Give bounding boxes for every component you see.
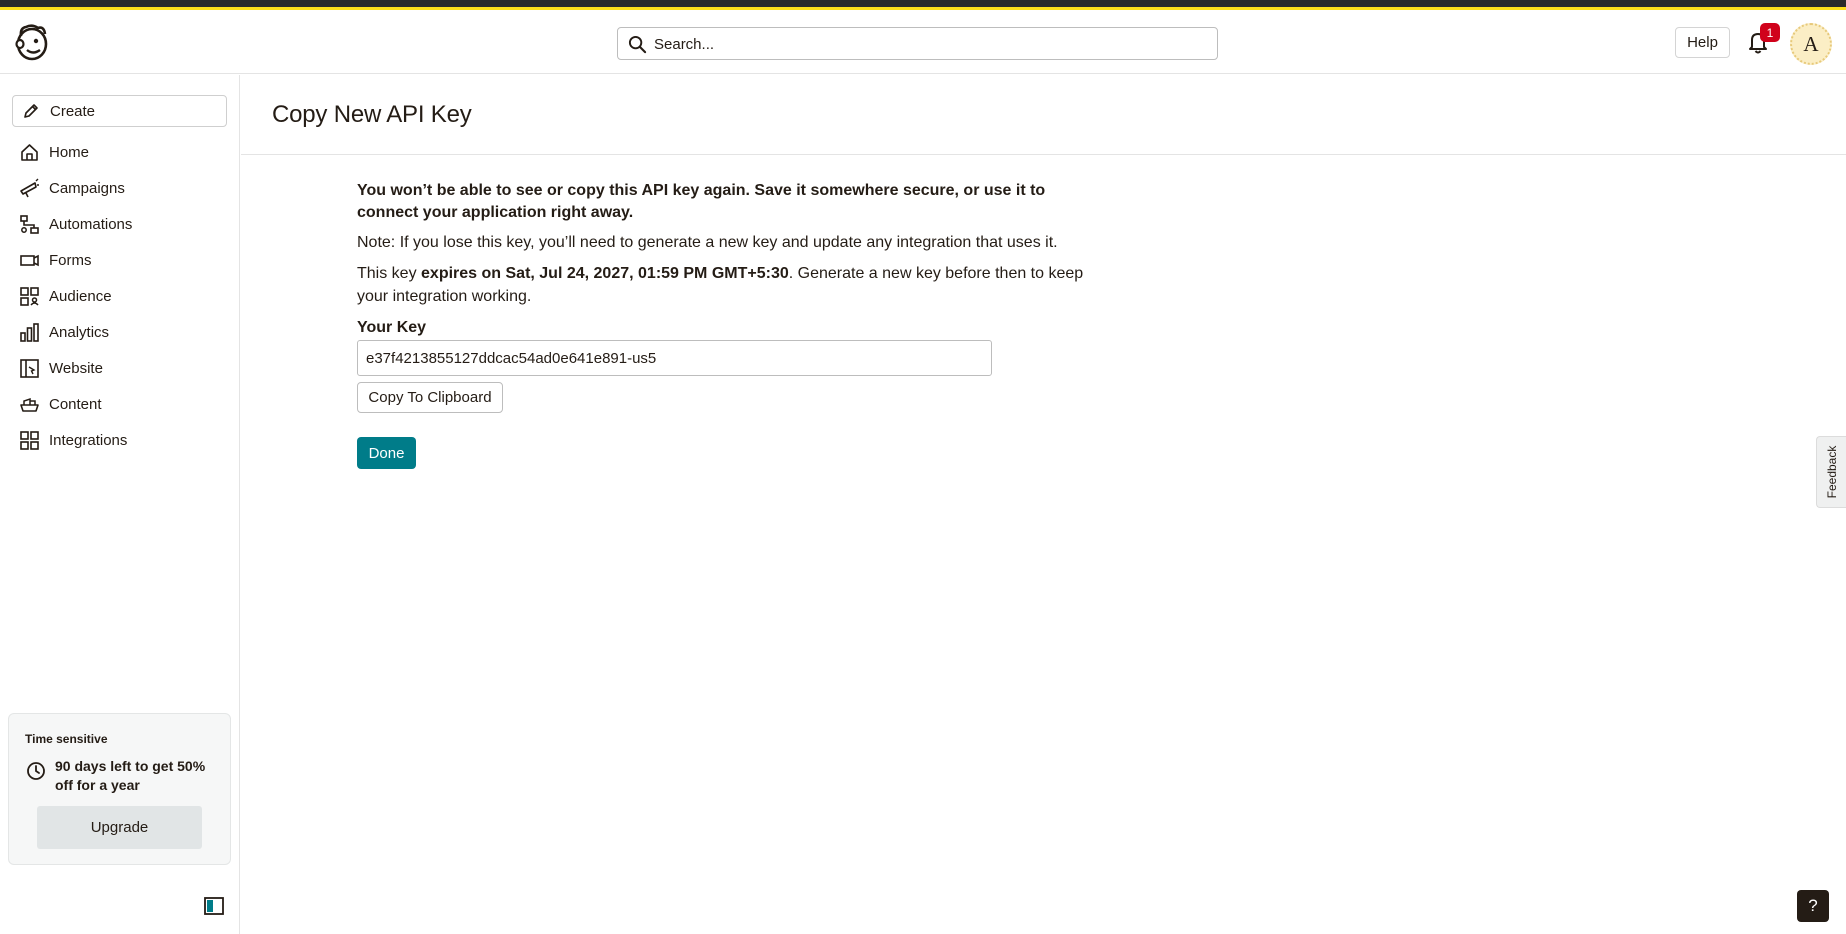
- top-header: Help 1 A: [0, 12, 1846, 74]
- sidebar-collapse-icon[interactable]: [204, 897, 224, 915]
- feedback-label: Feedback: [1824, 445, 1839, 499]
- clock-icon: [27, 762, 45, 780]
- sidebar-item-label: Home: [49, 143, 90, 161]
- mailchimp-logo-icon[interactable]: [12, 22, 52, 62]
- sidebar-item-content[interactable]: Content: [0, 386, 239, 422]
- page-title: Copy New API Key: [272, 101, 472, 128]
- key-label: Your Key: [357, 319, 427, 336]
- sidebar-item-automations[interactable]: Automations: [0, 206, 239, 242]
- search-input[interactable]: [654, 32, 1204, 56]
- analytics-icon: [20, 322, 39, 342]
- upgrade-promo-card: Time sensitive 90 days left to get 50% o…: [8, 713, 231, 865]
- top-brand-stripe: [0, 0, 1846, 12]
- forms-icon: [20, 254, 39, 266]
- note-text: Note: If you lose this key, you’ll need …: [357, 234, 1058, 251]
- website-icon: [20, 358, 39, 378]
- done-button[interactable]: Done: [357, 437, 416, 469]
- sidebar-nav: Home Campaigns Automations Forms Audienc…: [0, 134, 239, 458]
- megaphone-icon: [20, 178, 39, 197]
- sidebar: Create Home Campaigns Automations Forms …: [0, 75, 240, 934]
- sidebar-item-label: Integrations: [49, 431, 128, 449]
- sidebar-item-label: Website: [49, 359, 103, 377]
- sidebar-item-label: Content: [49, 395, 102, 413]
- sidebar-item-label: Analytics: [49, 323, 110, 341]
- content-icon: [20, 397, 39, 412]
- sidebar-item-label: Audience: [49, 287, 112, 305]
- sidebar-item-label: Campaigns: [49, 179, 125, 197]
- expiry-prefix: This key: [357, 265, 422, 282]
- integrations-icon: [20, 430, 39, 450]
- warning-text: You won’t be able to see or copy this AP…: [357, 182, 1046, 221]
- expiry-date: expires on Sat, Jul 24, 2027, 01:59 PM G…: [421, 265, 789, 282]
- audience-icon: [20, 286, 39, 306]
- create-label: Create: [50, 102, 96, 120]
- home-icon: [21, 143, 38, 161]
- notification-badge: 1: [1760, 23, 1780, 42]
- expiry-text: This key expires on Sat, Jul 24, 2027, 0…: [357, 262, 1107, 308]
- promo-tag: Time sensitive: [25, 732, 108, 746]
- upgrade-button[interactable]: Upgrade: [37, 806, 202, 849]
- sidebar-item-website[interactable]: Website: [0, 350, 239, 386]
- sidebar-item-integrations[interactable]: Integrations: [0, 422, 239, 458]
- sidebar-item-label: Forms: [49, 251, 92, 269]
- create-button[interactable]: Create: [12, 95, 227, 127]
- avatar[interactable]: A: [1790, 23, 1832, 65]
- search-bar[interactable]: [617, 27, 1218, 60]
- help-fab-button[interactable]: ?: [1797, 890, 1829, 922]
- sidebar-item-audience[interactable]: Audience: [0, 278, 239, 314]
- search-icon: [628, 35, 647, 54]
- help-button[interactable]: Help: [1675, 27, 1730, 58]
- feedback-tab[interactable]: Feedback: [1816, 436, 1846, 508]
- sidebar-item-forms[interactable]: Forms: [0, 242, 239, 278]
- sidebar-item-label: Automations: [49, 215, 133, 233]
- api-key-panel: You won’t be able to see or copy this AP…: [357, 180, 1107, 480]
- sidebar-item-campaigns[interactable]: Campaigns: [0, 170, 239, 206]
- pencil-icon: [24, 104, 38, 118]
- promo-message: 90 days left to get 50% off for a year: [55, 758, 206, 793]
- sidebar-item-analytics[interactable]: Analytics: [0, 314, 239, 350]
- copy-to-clipboard-button[interactable]: Copy To Clipboard: [357, 382, 503, 413]
- api-key-field[interactable]: [357, 340, 992, 376]
- automation-icon: [20, 214, 39, 234]
- page-header: Copy New API Key: [241, 75, 1846, 155]
- sidebar-item-home[interactable]: Home: [0, 134, 239, 170]
